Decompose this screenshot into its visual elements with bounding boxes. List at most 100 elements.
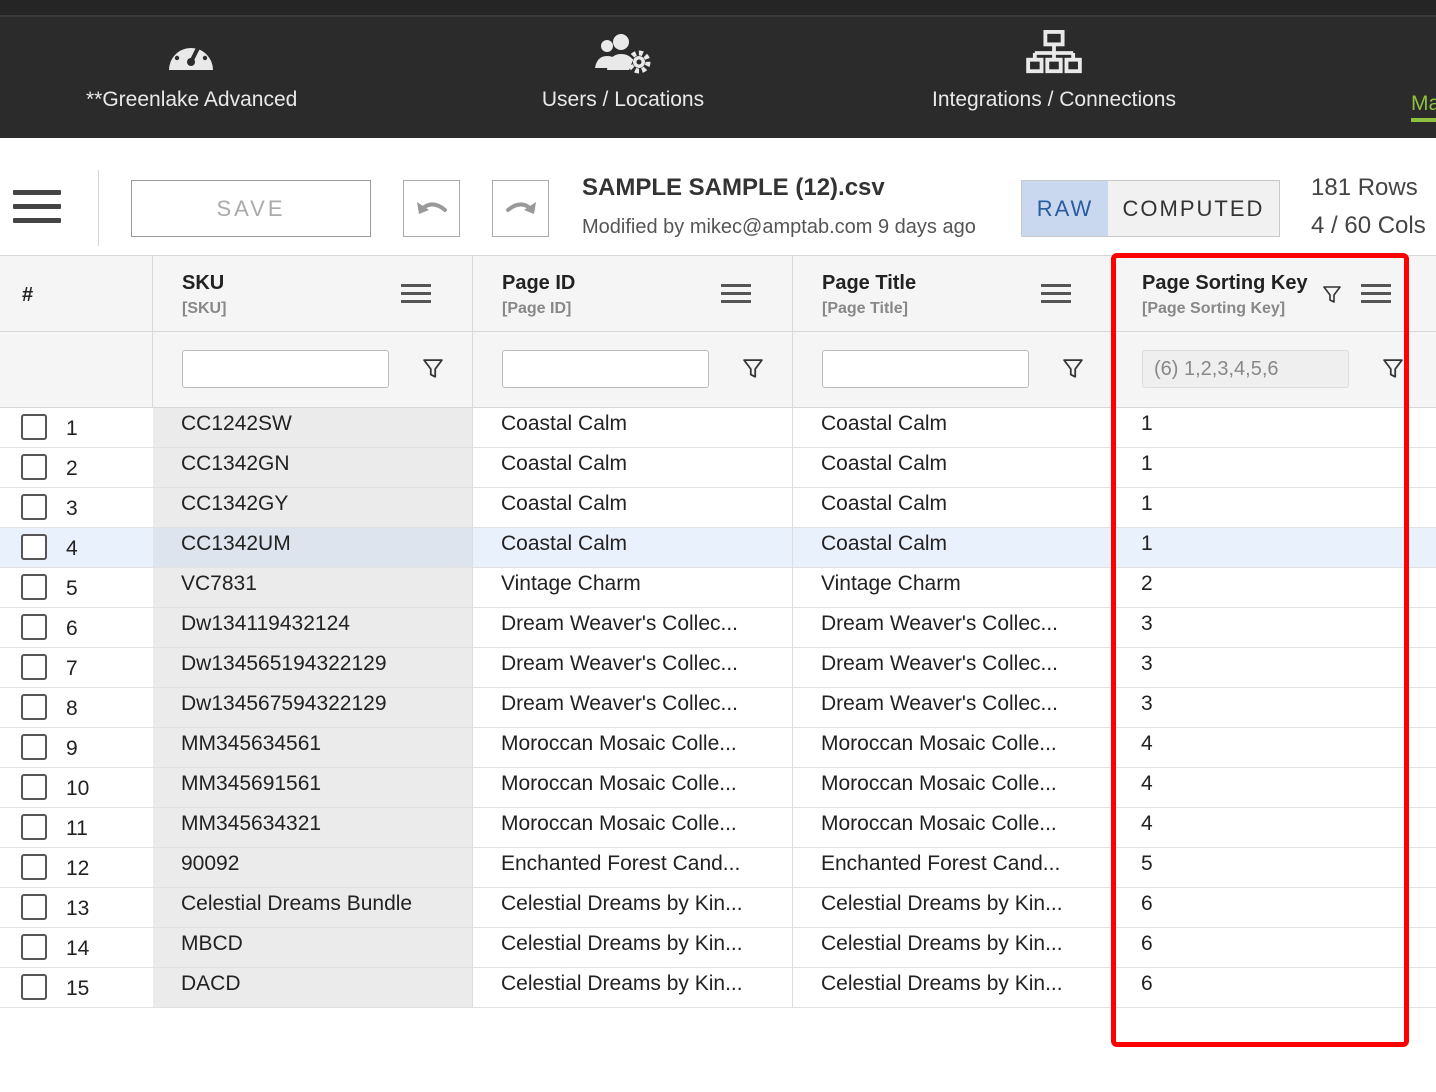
view-mode-toggle: RAW COMPUTED [1021, 180, 1280, 237]
sku-filter-input[interactable] [182, 350, 389, 388]
dashboard-gauge-icon [169, 40, 213, 70]
page-id-cell[interactable]: Enchanted Forest Cand... [501, 852, 740, 876]
nav-item-integrations-connections[interactable]: Integrations / Connections [928, 30, 1180, 112]
top-navigation: **Greenlake Advanced Users / Locations I… [0, 0, 1436, 138]
row-checkbox[interactable] [21, 494, 47, 520]
page-id-cell[interactable]: Celestial Dreams by Kin... [501, 892, 743, 916]
sku-cell[interactable]: VC7831 [181, 572, 257, 596]
column-menu-icon[interactable] [721, 284, 751, 304]
column-header-sku[interactable]: SKU [SKU] [152, 256, 472, 332]
users-gear-icon [595, 34, 651, 74]
page-title-filter-input[interactable] [822, 350, 1029, 388]
redo-icon [505, 201, 536, 214]
row-checkbox[interactable] [21, 934, 47, 960]
sku-cell[interactable]: DACD [181, 972, 241, 996]
page-id-cell[interactable]: Vintage Charm [501, 572, 641, 596]
highlighted-column-annotation [1111, 253, 1409, 1047]
row-checkbox[interactable] [21, 614, 47, 640]
page-title-cell[interactable]: Dream Weaver's Collec... [821, 612, 1058, 636]
computed-mode-button[interactable]: COMPUTED [1108, 181, 1279, 236]
page-id-cell[interactable]: Dream Weaver's Collec... [501, 612, 738, 636]
sku-cell[interactable]: CC1342GY [181, 492, 288, 516]
nav-item-users-locations[interactable]: Users / Locations [540, 30, 706, 112]
row-checkbox[interactable] [21, 654, 47, 680]
row-checkbox[interactable] [21, 814, 47, 840]
page-title-cell[interactable]: Celestial Dreams by Kin... [821, 972, 1063, 996]
filter-cell-sku [152, 332, 472, 407]
redo-button[interactable] [492, 180, 549, 237]
row-checkbox[interactable] [21, 854, 47, 880]
row-number: 7 [66, 657, 78, 680]
page-id-cell[interactable]: Dream Weaver's Collec... [501, 652, 738, 676]
sku-cell[interactable]: Celestial Dreams Bundle [181, 892, 412, 916]
page-title-cell[interactable]: Moroccan Mosaic Colle... [821, 732, 1057, 756]
row-checkbox[interactable] [21, 894, 47, 920]
undo-button[interactable] [403, 180, 460, 237]
page-title-cell[interactable]: Enchanted Forest Cand... [821, 852, 1060, 876]
page-title-cell[interactable]: Coastal Calm [821, 412, 947, 436]
page-title-cell[interactable]: Coastal Calm [821, 532, 947, 556]
page-id-cell[interactable]: Coastal Calm [501, 412, 627, 436]
raw-mode-button[interactable]: RAW [1022, 181, 1108, 236]
filter-cell-page-title [792, 332, 1112, 407]
column-menu-icon[interactable] [1041, 284, 1071, 304]
page-title-cell[interactable]: Vintage Charm [821, 572, 961, 596]
page-title-cell[interactable]: Moroccan Mosaic Colle... [821, 812, 1057, 836]
page-title-cell[interactable]: Dream Weaver's Collec... [821, 692, 1058, 716]
sku-cell[interactable]: CC1342GN [181, 452, 290, 476]
page-id-cell[interactable]: Celestial Dreams by Kin... [501, 932, 743, 956]
row-number: 8 [66, 697, 78, 720]
page-title-cell[interactable]: Celestial Dreams by Kin... [821, 892, 1063, 916]
save-button[interactable]: SAVE [131, 180, 371, 237]
page-id-cell[interactable]: Moroccan Mosaic Colle... [501, 772, 737, 796]
column-divider [792, 408, 793, 1008]
sku-cell[interactable]: Dw134565194322129 [181, 652, 387, 676]
toolbar-divider [98, 170, 99, 246]
sku-cell[interactable]: MM345634321 [181, 812, 321, 836]
sku-cell[interactable]: MM345691561 [181, 772, 321, 796]
sku-cell[interactable]: MM345634561 [181, 732, 321, 756]
page-id-cell[interactable]: Dream Weaver's Collec... [501, 692, 738, 716]
row-checkbox[interactable] [21, 774, 47, 800]
file-modified-info: Modified by mikec@amptab.com 9 days ago [582, 216, 976, 238]
row-checkbox[interactable] [21, 574, 47, 600]
sku-cell[interactable]: Dw134567594322129 [181, 692, 387, 716]
sku-cell[interactable]: CC1242SW [181, 412, 292, 436]
page-title-cell[interactable]: Dream Weaver's Collec... [821, 652, 1058, 676]
row-number: 3 [66, 497, 78, 520]
page-title-cell[interactable]: Celestial Dreams by Kin... [821, 932, 1063, 956]
page-id-cell[interactable]: Celestial Dreams by Kin... [501, 972, 743, 996]
page-id-filter-input[interactable] [502, 350, 709, 388]
column-header-page-id[interactable]: Page ID [Page ID] [472, 256, 792, 332]
sku-cell[interactable]: MBCD [181, 932, 243, 956]
page-id-cell[interactable]: Coastal Calm [501, 532, 627, 556]
page-title-cell[interactable]: Moroccan Mosaic Colle... [821, 772, 1057, 796]
sku-cell[interactable]: CC1342UM [181, 532, 291, 556]
column-count: 4 / 60 Cols [1311, 212, 1426, 239]
page-id-cell[interactable]: Coastal Calm [501, 492, 627, 516]
page-id-cell[interactable]: Moroccan Mosaic Colle... [501, 812, 737, 836]
column-header-page-title[interactable]: Page Title [Page Title] [792, 256, 1112, 332]
column-menu-icon[interactable] [401, 284, 431, 304]
filter-cell-page-id [472, 332, 792, 407]
sku-cell[interactable]: Dw134119432124 [181, 612, 350, 636]
page-id-cell[interactable]: Coastal Calm [501, 452, 627, 476]
row-checkbox[interactable] [21, 694, 47, 720]
nav-item-greenlake-advanced[interactable]: **Greenlake Advanced [86, 30, 297, 112]
nav-item-cutoff[interactable]: Ma [1411, 92, 1436, 116]
row-checkbox[interactable] [21, 454, 47, 480]
page-title-cell[interactable]: Coastal Calm [821, 452, 947, 476]
filter-icon[interactable] [743, 359, 763, 379]
filter-icon[interactable] [1063, 359, 1083, 379]
filter-icon[interactable] [423, 359, 443, 379]
page-title-cell[interactable]: Coastal Calm [821, 492, 947, 516]
row-checkbox[interactable] [21, 734, 47, 760]
row-checkbox[interactable] [21, 974, 47, 1000]
row-checkbox[interactable] [21, 534, 47, 560]
column-field-name: [SKU] [182, 300, 227, 317]
sku-cell[interactable]: 90092 [181, 852, 239, 876]
main-menu-button[interactable] [13, 190, 61, 226]
row-checkbox[interactable] [21, 414, 47, 440]
row-number: 6 [66, 617, 78, 640]
page-id-cell[interactable]: Moroccan Mosaic Colle... [501, 732, 737, 756]
